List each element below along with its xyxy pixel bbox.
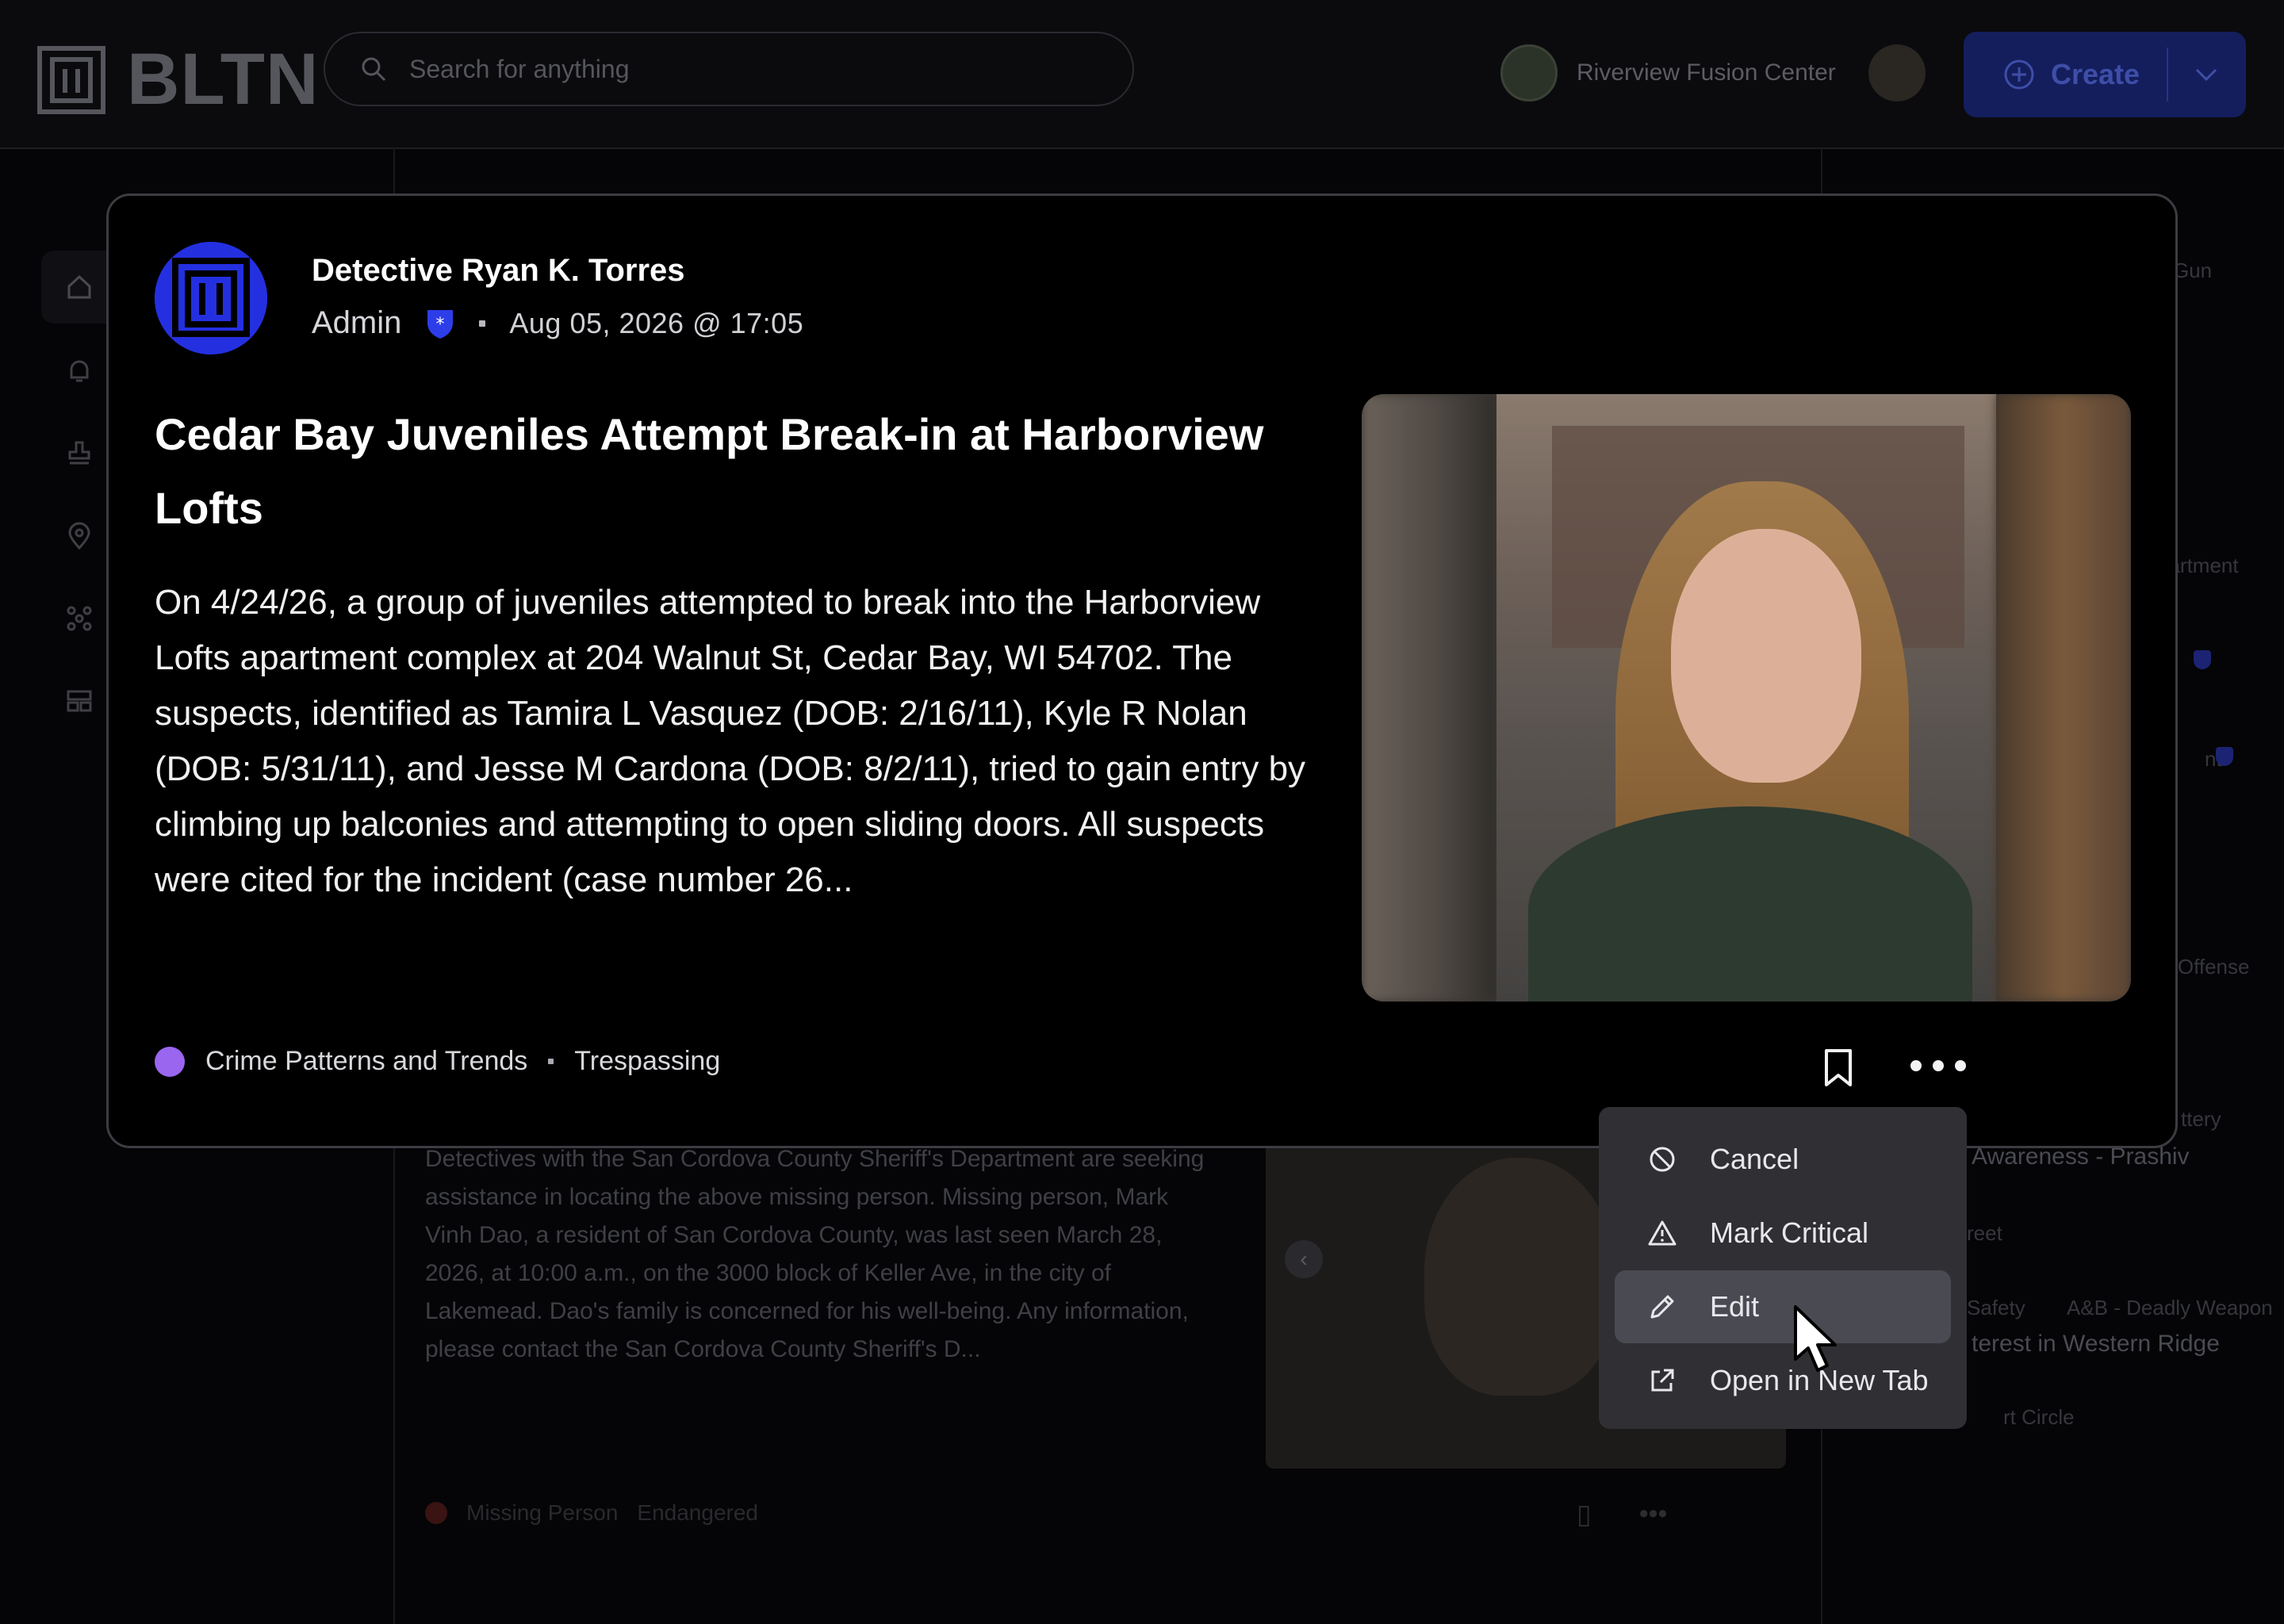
plus-circle-icon [2004,59,2034,90]
post-image[interactable] [1362,394,2131,1002]
subject-photo [1496,394,1996,1002]
network-icon[interactable] [65,604,94,633]
sidebar-item[interactable]: rt Circle [2003,1405,2075,1430]
tag-label[interactable]: Trespassing [574,1046,720,1077]
pencil-icon [1648,1293,1677,1321]
separator-dot [479,320,486,327]
sidebar-item[interactable]: reet [1967,1221,2002,1246]
dashboard-icon[interactable] [65,687,94,715]
author-avatar[interactable] [155,242,267,354]
ban-icon [1648,1145,1677,1174]
stamp-icon[interactable] [65,439,94,468]
post-options-menu: Cancel Mark Critical Edit Open in New Ta… [1599,1107,1967,1429]
background-post-body: Detectives with the San Cordova County S… [425,1146,1205,1362]
background-category-dot [425,1502,447,1524]
bookmark-icon[interactable]: ▯ [1577,1499,1592,1530]
agency-logo-icon [155,242,267,354]
home-icon[interactable] [65,273,94,301]
menu-item-label: Cancel [1710,1143,1799,1175]
menu-item-label: Mark Critical [1710,1216,1869,1249]
warning-icon [1648,1219,1677,1247]
sidebar-item[interactable]: Gun [2173,259,2212,283]
more-dot [1910,1060,1922,1071]
post-body: On 4/24/26, a group of juveniles attempt… [155,583,1306,899]
separator-dot [548,1059,554,1064]
org-name: Riverview Fusion Center [1577,59,1836,86]
org-seal-icon [1500,44,1558,102]
background-post-actions: ▯ ••• [1577,1499,1667,1530]
search-icon [362,57,386,82]
image-blur-left [1362,394,1496,1002]
post-timestamp: Aug 05, 2026 @ 17:05 [509,306,804,339]
menu-item-mark-critical[interactable]: Mark Critical [1615,1197,1951,1270]
post-title[interactable]: Cedar Bay Juveniles Attempt Break-in at … [155,397,1265,545]
menu-item-edit[interactable]: Edit [1615,1270,1951,1343]
map-pin-icon[interactable] [65,522,94,550]
author-role: Admin [312,305,402,340]
menu-item-open-new-tab[interactable]: Open in New Tab [1615,1344,1951,1417]
background-tag: Endangered [637,1500,758,1525]
carousel-prev-icon[interactable]: ‹ [1285,1240,1323,1278]
more-dot [1955,1060,1966,1071]
top-bar: BLTN Search for anything Riverview Fusio… [0,0,2284,149]
search-placeholder: Search for anything [409,54,630,83]
menu-item-label: Edit [1710,1290,1760,1323]
badge-icon [2194,650,2211,669]
user-avatar[interactable] [1868,44,1926,102]
author-name[interactable]: Detective Ryan K. Torres [312,253,685,289]
category-label[interactable]: Crime Patterns and Trends [205,1046,527,1077]
sidebar-item[interactable]: ttery [2181,1107,2221,1132]
background-photo-subject [1424,1158,1615,1396]
create-divider [2167,48,2168,102]
sidebar-item[interactable]: terest in Western Ridge [1972,1331,2220,1358]
post-meta: Admin * Aug 05, 2026 @ 17:05 [312,305,803,341]
create-label: Create [2051,58,2140,90]
mouse-cursor-icon [1794,1305,1837,1372]
photo-face [1671,529,1861,783]
org-switcher[interactable]: Riverview Fusion Center [1500,44,1836,102]
more-icon[interactable]: ••• [1639,1499,1668,1530]
sidebar-item[interactable]: A&B - Deadly Weapon [2067,1296,2273,1320]
search-input[interactable]: Search for anything [324,32,1134,106]
background-post-footer: Missing Person Endangered [425,1500,758,1526]
admin-shield-icon: * [427,309,454,339]
image-blur-right [1996,394,2131,1002]
brand-name: BLTN [127,39,320,120]
bookmark-button[interactable] [1818,1044,1858,1092]
bltn-logo-icon [37,45,105,114]
more-options-button[interactable] [1910,1054,1966,1078]
svg-text:*: * [436,315,445,335]
chevron-down-icon[interactable] [2190,59,2222,90]
badge-icon [2216,747,2233,766]
bell-icon[interactable] [65,357,94,385]
bookmark-icon [1825,1049,1852,1086]
menu-item-cancel[interactable]: Cancel [1615,1123,1951,1196]
post-footer: Crime Patterns and Trends Trespassing [155,1046,720,1077]
external-link-icon [1648,1366,1677,1395]
more-dot [1933,1060,1944,1071]
post-preview-card[interactable]: Detective Ryan K. Torres Admin * Aug 05,… [106,193,2178,1148]
create-button[interactable]: Create [1964,32,2246,117]
sidebar-item[interactable]: Safety [1967,1296,2025,1320]
background-category: Missing Person [466,1500,619,1525]
logo[interactable]: BLTN [36,38,319,121]
photo-hoodie [1528,806,1972,1002]
category-color-dot [155,1046,185,1077]
